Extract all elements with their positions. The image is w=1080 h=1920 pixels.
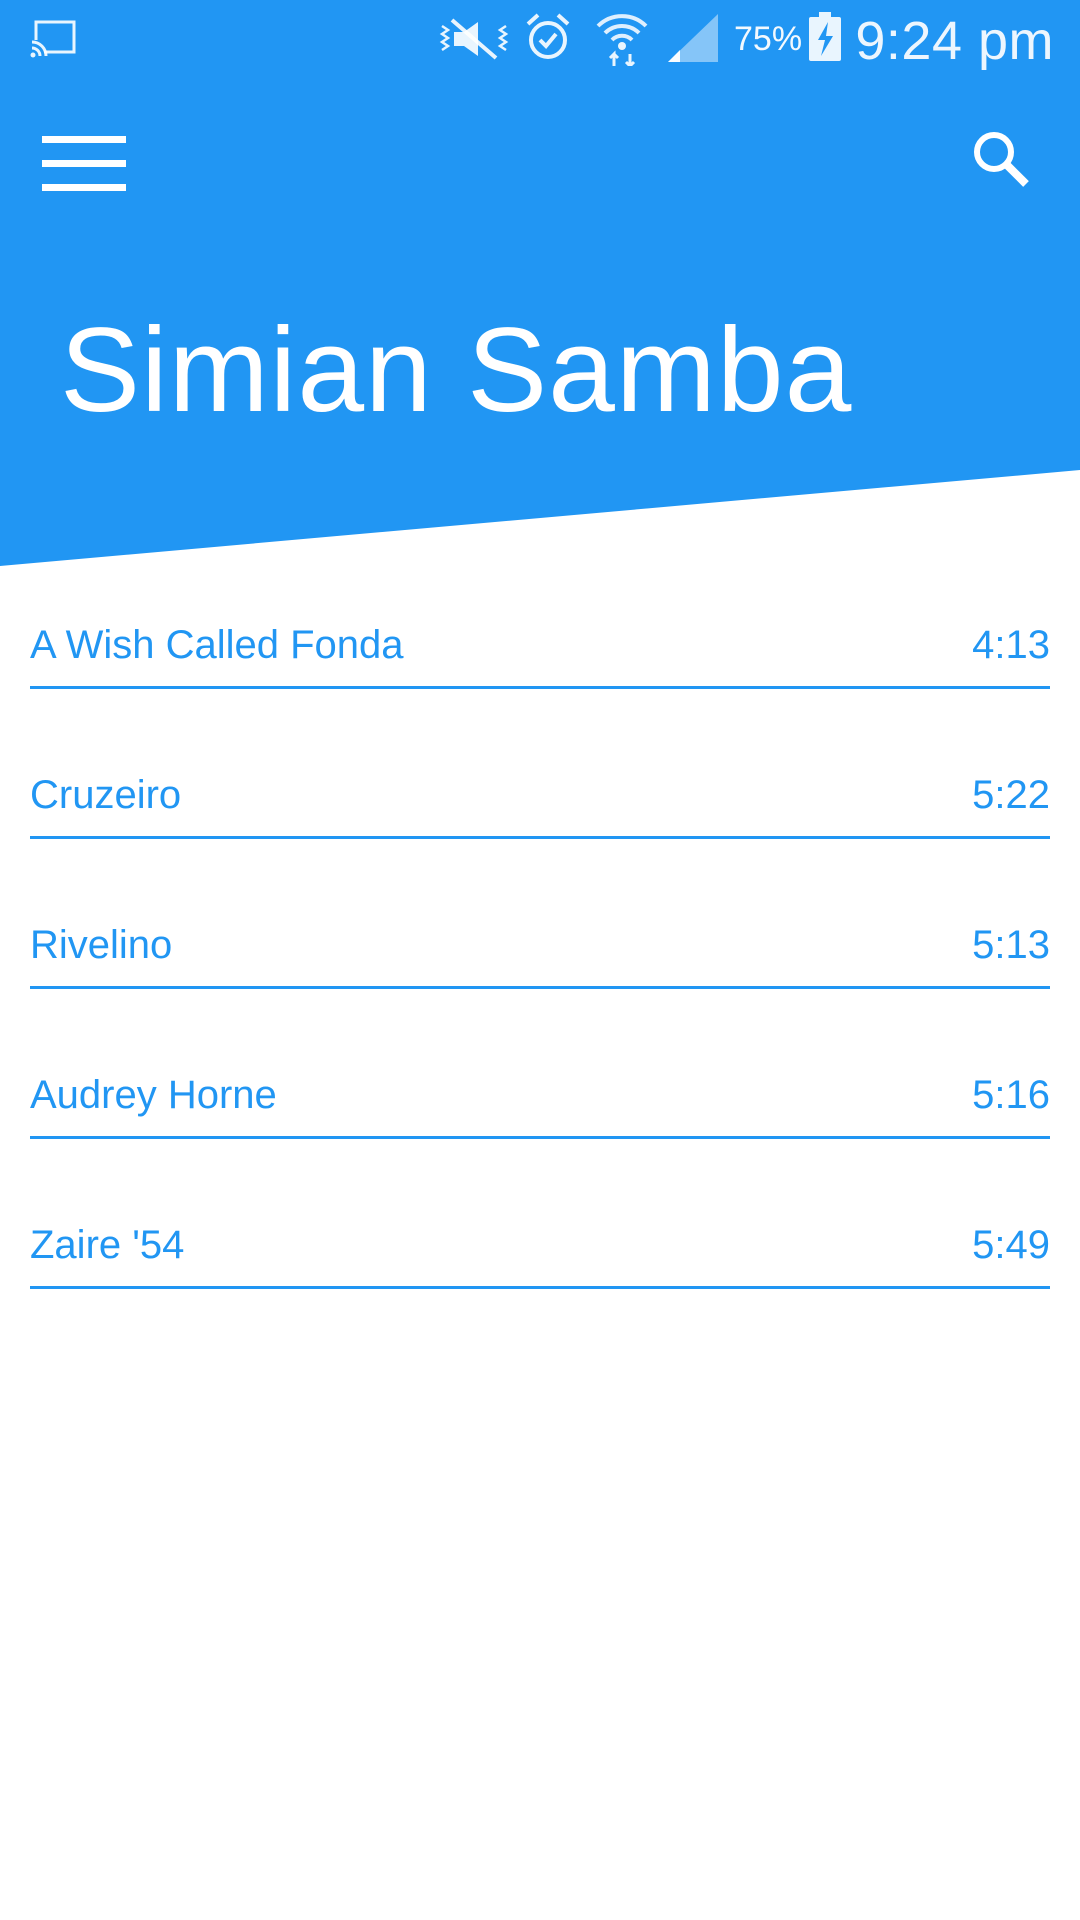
track-title: Audrey Horne xyxy=(30,1073,277,1117)
cast-icon xyxy=(30,20,76,58)
track-row[interactable]: Rivelino 5:13 xyxy=(30,890,1050,1040)
track-divider xyxy=(30,986,1050,989)
track-divider xyxy=(30,836,1050,839)
album-title: Simian Samba xyxy=(60,303,853,437)
track-row[interactable]: Cruzeiro 5:22 xyxy=(30,740,1050,890)
track-row[interactable]: A Wish Called Fonda 4:13 xyxy=(30,590,1050,740)
status-clock: 9:24 pm xyxy=(855,11,1054,71)
track-list: A Wish Called Fonda 4:13 Cruzeiro 5:22 R… xyxy=(30,590,1050,1340)
signal-icon xyxy=(668,14,718,62)
alarm-icon xyxy=(526,13,570,59)
search-icon xyxy=(974,132,1029,187)
toolbar xyxy=(0,80,1080,230)
battery-charging-icon xyxy=(809,12,841,61)
track-title: Rivelino xyxy=(30,923,173,967)
album-screen: 75% 9:24 pm Simian Samba A Wish Called F… xyxy=(0,0,1080,1920)
track-divider xyxy=(30,1286,1050,1289)
track-title: Cruzeiro xyxy=(30,773,182,817)
track-row[interactable]: Audrey Horne 5:16 xyxy=(30,1040,1050,1190)
track-duration: 5:16 xyxy=(972,1073,1050,1117)
track-row[interactable]: Zaire '54 5:49 xyxy=(30,1190,1050,1340)
vibrate-mute-icon xyxy=(439,18,509,60)
wifi-icon xyxy=(596,14,648,66)
search-button[interactable] xyxy=(962,120,1042,200)
status-bar: 75% 9:24 pm xyxy=(0,0,1080,80)
track-duration: 5:13 xyxy=(972,923,1050,967)
track-duration: 5:49 xyxy=(972,1223,1050,1267)
track-divider xyxy=(30,1136,1050,1139)
track-title: Zaire '54 xyxy=(30,1223,185,1267)
track-title: A Wish Called Fonda xyxy=(30,623,404,667)
battery-percent: 75% xyxy=(734,20,803,58)
hamburger-menu-button[interactable] xyxy=(30,116,140,202)
track-duration: 4:13 xyxy=(972,623,1050,667)
track-divider xyxy=(30,686,1050,689)
track-duration: 5:22 xyxy=(972,773,1050,817)
